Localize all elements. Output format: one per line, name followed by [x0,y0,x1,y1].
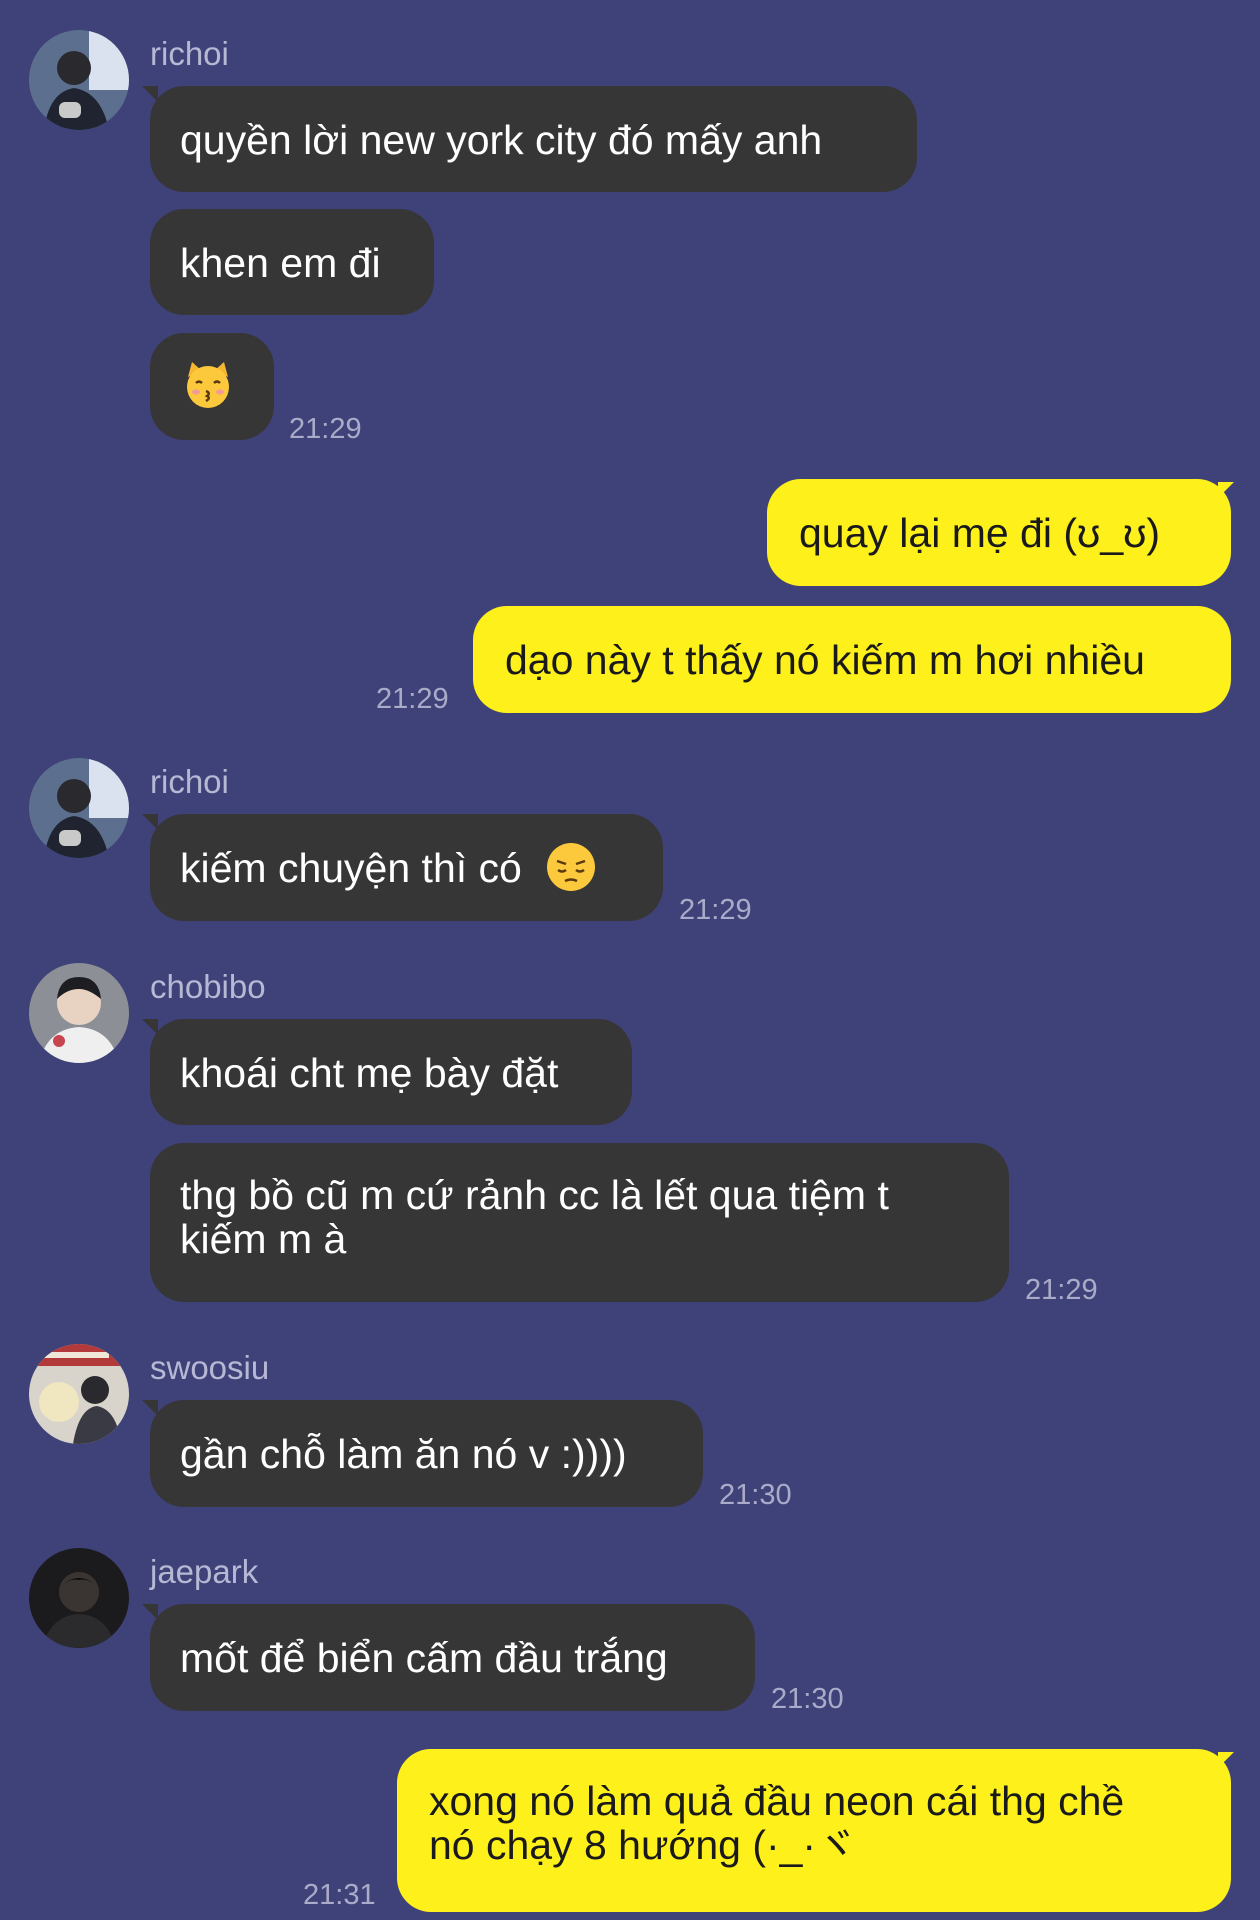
user-photo-avatar-icon [29,758,129,858]
message-text: quay lại mẹ đi (ʊ_ʊ) [799,510,1161,556]
avatar-richoi[interactable] [29,30,129,130]
message-text-line: nó chạy 8 hướng (·_·ヾ [429,1822,858,1868]
message-text: khen em đi [180,240,381,286]
avatar-jaepark[interactable] [29,1548,129,1648]
message-bubble-outgoing[interactable]: dạo này t thấy nó kiếm m hơi nhiều [473,606,1231,713]
sender-name: swoosiu [150,1349,270,1386]
timestamp: 21:29 [679,894,752,926]
message-text-line: thg bồ cũ m cứ rảnh cc là lết qua tiệm t [180,1172,889,1218]
message-text: khoái cht mẹ bày đặt [180,1050,559,1096]
timestamp: 21:31 [303,1879,376,1911]
timestamp: 21:30 [771,1683,844,1715]
message-bubble-incoming[interactable]: mốt để biển cấm đầu trắng [150,1604,755,1711]
avatar-richoi[interactable] [29,758,129,858]
message-bubble-outgoing[interactable]: quay lại mẹ đi (ʊ_ʊ) [767,479,1231,586]
user-photo-avatar-icon [29,1548,129,1648]
message-text: mốt để biển cấm đầu trắng [180,1635,668,1681]
message-bubble-incoming[interactable]: khen em đi [150,209,434,315]
user-photo-avatar-icon [29,963,129,1063]
pensive-face-emoji-icon [547,843,596,892]
message-bubble-outgoing[interactable]: xong nó làm quả đầu neon cái thg chề nó … [397,1749,1231,1912]
message-bubble-incoming[interactable]: quyền lời new york city đó mấy anh [150,86,917,192]
timestamp: 21:29 [376,683,449,715]
message-text: kiếm chuyện thì có [180,845,522,891]
avatar-chobibo[interactable] [29,963,129,1063]
message-bubble-incoming[interactable]: gần chỗ làm ăn nó v :)))) [150,1400,703,1507]
message-text: gần chỗ làm ăn nó v :)))) [180,1431,627,1477]
user-photo-avatar-icon [29,30,129,130]
avatar-swoosiu[interactable] [29,1344,129,1444]
timestamp: 21:29 [1025,1274,1098,1306]
timestamp: 21:30 [719,1479,792,1511]
timestamp: 21:29 [289,413,362,445]
user-photo-avatar-icon [29,1344,129,1444]
sender-name: jaepark [150,1553,259,1590]
sender-name: richoi [150,35,229,72]
message-bubble-incoming[interactable]: khoái cht mẹ bày đặt [150,1019,632,1125]
sender-name: richoi [150,763,229,800]
message-bubble-incoming[interactable]: kiếm chuyện thì có [150,814,663,921]
sender-name: chobibo [150,968,266,1005]
message-text-line: xong nó làm quả đầu neon cái thg chề [429,1778,1125,1824]
message-text: quyền lời new york city đó mấy anh [180,117,823,163]
message-text-line: kiếm m à [180,1216,347,1262]
kissing-cat-emoji-icon [187,362,229,408]
message-bubble-incoming[interactable]: thg bồ cũ m cứ rảnh cc là lết qua tiệm t… [150,1143,1009,1302]
message-text: dạo này t thấy nó kiếm m hơi nhiều [505,637,1145,683]
message-bubble-incoming[interactable] [150,333,274,440]
